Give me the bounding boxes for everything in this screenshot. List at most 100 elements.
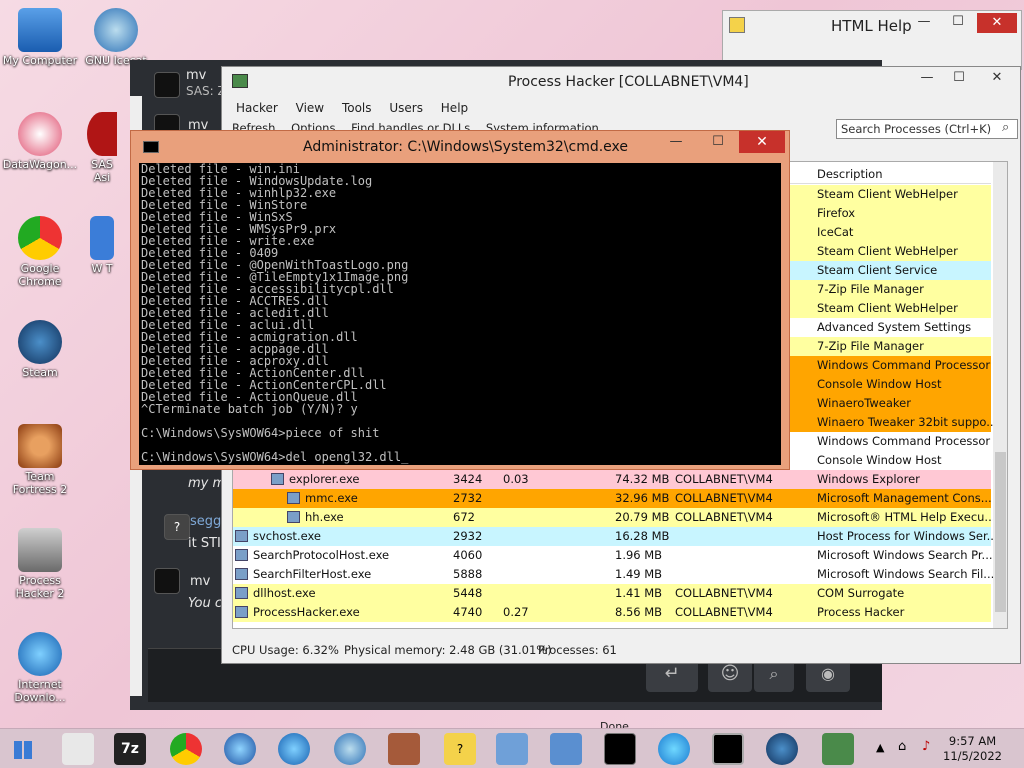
cell-pid: 4060: [453, 548, 483, 562]
clock-time: 9:57 AM: [948, 734, 997, 748]
7zip-icon[interactable]: 7z: [114, 733, 146, 765]
desktop-icon-process-hacker[interactable]: Process Hacker 2: [2, 528, 78, 600]
sas-icon: [87, 112, 117, 156]
table-row[interactable]: svchost.exe 2932 16.28 MB Host Process for …: [233, 527, 998, 546]
console-output[interactable]: Deleted file - win.ini Deleted file - Win…: [139, 163, 781, 465]
table-row[interactable]: SearchProtocolHost.exe 4060 1.96 MB Microso…: [233, 546, 993, 565]
cell-description: Console Window Host: [817, 453, 942, 467]
edge-icon[interactable]: [658, 733, 690, 765]
close-button[interactable]: ✕: [977, 13, 1017, 33]
network-icon[interactable]: ⌂: [898, 739, 906, 754]
menu-users[interactable]: Users: [389, 101, 423, 115]
column-header-description[interactable]: Description: [817, 167, 883, 181]
datawagon-icon: [18, 112, 62, 156]
chat-header-user: mv: [186, 68, 207, 83]
scrollbar-thumb[interactable]: [995, 452, 1006, 612]
volume-muted-icon[interactable]: ♪: [922, 739, 930, 754]
cell-memory: 16.28 MB: [615, 529, 670, 543]
console-line: C:\Windows\SysWOW64>piece of shit: [141, 426, 380, 440]
avatar: [154, 568, 180, 594]
cell-pid: 3424: [453, 472, 483, 486]
process-hacker-icon: [18, 528, 62, 572]
computer-icon[interactable]: [550, 733, 582, 765]
process-hacker-icon[interactable]: [822, 733, 854, 765]
menu-hacker[interactable]: Hacker: [236, 101, 278, 115]
table-row[interactable]: dllhost.exe 5448 1.41 MB COLLABNET\VM4 COM S…: [233, 584, 991, 603]
process-icon: [235, 530, 248, 542]
table-row[interactable]: mmc.exe 2732 32.96 MB COLLABNET\VM4 Microsof…: [233, 489, 992, 508]
chat-message: You c: [188, 596, 222, 611]
question-icon: ?: [164, 514, 190, 540]
maximize-button[interactable]: ☐: [701, 131, 735, 153]
chat-user: segg: [190, 514, 222, 529]
console-line: ^CTerminate batch job (Y/N)? y: [141, 402, 358, 416]
search-input[interactable]: Search Processes (Ctrl+K): [836, 119, 1018, 139]
table-row[interactable]: ProcessHacker.exe 4740 0.27 8.56 MB COLLABNE…: [233, 603, 991, 622]
clock[interactable]: 9:57 AM 11/5/2022: [943, 734, 1002, 764]
desktop-icon-steam[interactable]: Steam: [2, 320, 78, 379]
cell-user: COLLABNET\VM4: [675, 586, 773, 600]
cmd-taskbar-icon[interactable]: [604, 733, 636, 765]
cell-pid: 4740: [453, 605, 483, 619]
chrome-icon[interactable]: [170, 733, 202, 765]
avatar: [154, 72, 180, 98]
cell-pid: 672: [453, 510, 475, 524]
browser-icon[interactable]: [224, 733, 256, 765]
icecat-icon[interactable]: [334, 733, 366, 765]
cell-description: Microsoft Windows Search Pr...: [817, 548, 993, 562]
cell-description: IceCat: [817, 225, 854, 239]
chevron-up-icon[interactable]: ▲: [876, 741, 884, 754]
cmd-window[interactable]: Administrator: C:\Windows\System32\cmd.e…: [130, 130, 790, 470]
table-row[interactable]: SearchFilterHost.exe 5888 1.49 MB Microsoft…: [233, 565, 994, 584]
process-icon: [235, 587, 248, 599]
desktop-icon-my-computer[interactable]: My Computer: [2, 8, 78, 67]
process-icon: [287, 511, 300, 523]
search-icon[interactable]: ⌕: [1002, 120, 1009, 135]
cell-memory: 20.79 MB: [615, 510, 670, 524]
maximize-button[interactable]: ☐: [941, 11, 975, 33]
menu-help[interactable]: Help: [441, 101, 468, 115]
process-icon: [235, 568, 248, 580]
process-icon: [287, 492, 300, 504]
process-icon: [235, 606, 248, 618]
cell-user: COLLABNET\VM4: [675, 605, 773, 619]
firewall-icon[interactable]: [388, 733, 420, 765]
close-button[interactable]: ✕: [739, 131, 785, 153]
minimize-button[interactable]: —: [910, 67, 944, 89]
desktop-icon-sas[interactable]: SAS Asi: [82, 112, 122, 184]
minimize-button[interactable]: —: [659, 131, 693, 153]
scrollbar[interactable]: [993, 162, 1007, 628]
minimize-button[interactable]: —: [907, 11, 941, 33]
cell-description: Host Process for Windows Ser...: [817, 529, 998, 543]
steam-icon[interactable]: [766, 733, 798, 765]
maximize-button[interactable]: ☐: [942, 67, 976, 89]
control-panel-icon[interactable]: [62, 733, 94, 765]
cell-pid: 5888: [453, 567, 483, 581]
cmd-active-taskbar-icon[interactable]: [712, 733, 744, 765]
desktop-icon-w[interactable]: W T: [86, 216, 118, 275]
menu-tools[interactable]: Tools: [342, 101, 372, 115]
desktop-icon-chrome[interactable]: Google Chrome: [2, 216, 78, 288]
title-bar[interactable]: Process Hacker [COLLABNET\VM4] — ☐ ✕: [222, 67, 1020, 97]
desktop-icon-idm[interactable]: Internet Downlo...: [2, 632, 78, 704]
cell-user: COLLABNET\VM4: [675, 472, 773, 486]
desktop-icon-tf2[interactable]: Team Fortress 2: [2, 424, 78, 496]
app-icon: [90, 216, 114, 260]
desktop-icon-icecat[interactable]: GNU Icecat: [78, 8, 154, 67]
cell-description: 7-Zip File Manager: [817, 339, 924, 353]
download-manager-icon[interactable]: [278, 733, 310, 765]
windows-logo-icon: [14, 741, 32, 759]
start-button[interactable]: [6, 733, 42, 765]
table-row[interactable]: explorer.exe 3424 0.03 74.32 MB COLLABNET\VM…: [233, 470, 991, 489]
desktop-icon-datawagon[interactable]: DataWagon...: [2, 112, 78, 171]
close-button[interactable]: ✕: [980, 67, 1014, 89]
help-icon[interactable]: ?: [444, 733, 476, 765]
table-row[interactable]: hh.exe 672 20.79 MB COLLABNET\VM4 Microsoft®…: [233, 508, 995, 527]
status-memory: Physical memory: 2.48 GB (31.01%): [344, 643, 552, 657]
globe-icon: [18, 632, 62, 676]
system-icon[interactable]: [496, 733, 528, 765]
window-title: Process Hacker [COLLABNET\VM4]: [508, 74, 749, 90]
menu-view[interactable]: View: [296, 101, 324, 115]
cmd-icon: [143, 141, 159, 153]
cell-memory: 8.56 MB: [615, 605, 663, 619]
